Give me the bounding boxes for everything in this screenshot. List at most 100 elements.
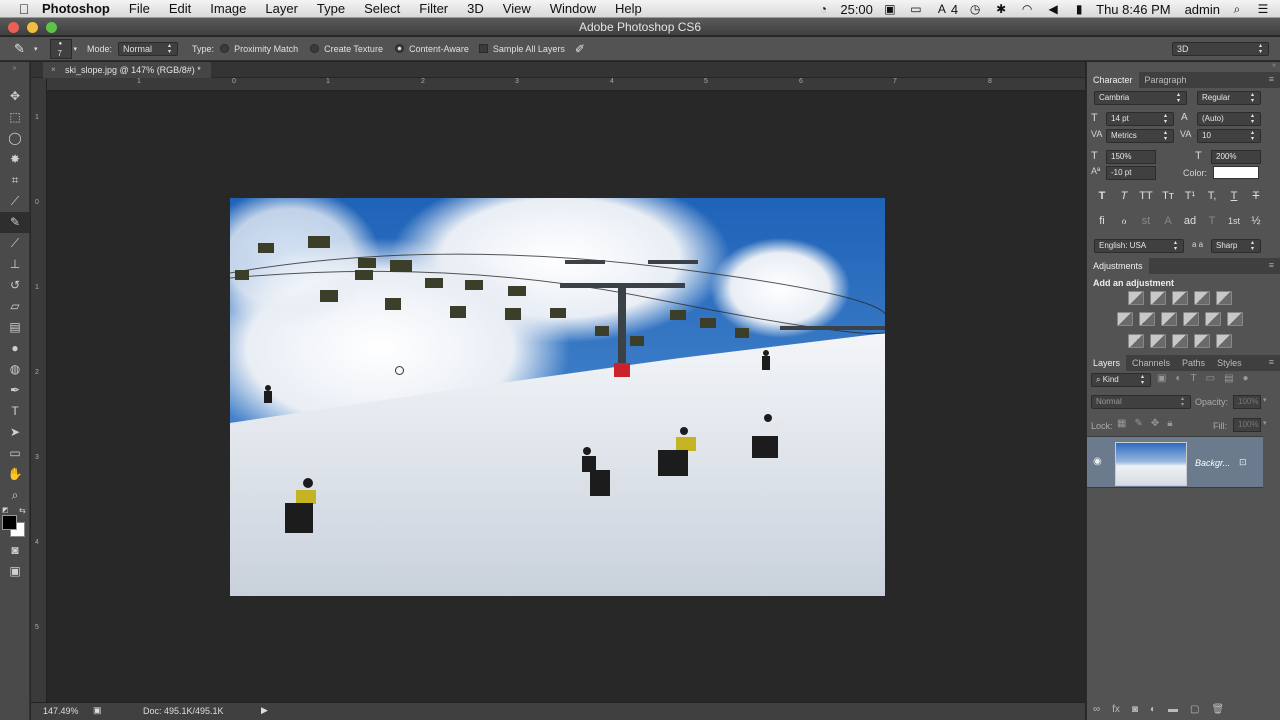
apple-icon[interactable]:  <box>16 1 32 17</box>
blend-mode-select[interactable]: Normal <box>1091 395 1191 409</box>
zoom-tool-icon[interactable]: ⌕ <box>0 485 30 506</box>
discretionary-ligatures-icon[interactable]: st <box>1135 215 1157 227</box>
hand-tool-icon[interactable]: ✋ <box>0 464 30 485</box>
layer-style-icon[interactable]: fx <box>1112 704 1120 715</box>
layers-panel-menu-icon[interactable]: ≡ <box>1269 357 1274 367</box>
filter-pixel-icon[interactable]: ▣ <box>1157 373 1166 384</box>
curves-icon[interactable] <box>1172 291 1188 305</box>
swash-icon[interactable]: A <box>1157 215 1179 227</box>
font-style-select[interactable]: Regular <box>1197 91 1261 105</box>
exposure-icon[interactable] <box>1194 291 1210 305</box>
tab-layers[interactable]: Layers <box>1087 355 1127 371</box>
selective-color-icon[interactable] <box>1194 334 1210 348</box>
faux-bold-icon[interactable]: T <box>1091 190 1113 202</box>
delete-layer-icon[interactable]: 🗑︎ <box>1211 704 1224 715</box>
mode-select[interactable]: Normal <box>118 41 179 56</box>
adjustments-panel-menu-icon[interactable]: ≡ <box>1269 260 1274 270</box>
pen-tool-icon[interactable]: ✒ <box>0 380 30 401</box>
invert-icon[interactable] <box>1128 334 1144 348</box>
sample-all-layers-checkbox[interactable] <box>478 44 488 53</box>
eyedropper-tool-icon[interactable]: ⟋ <box>0 191 30 212</box>
filter-smart-object-icon[interactable]: ▤ <box>1224 373 1233 384</box>
close-tab-icon[interactable]: × <box>51 62 56 78</box>
hue-saturation-icon[interactable] <box>1117 312 1133 326</box>
status-info-icon[interactable]: ▣ <box>93 705 102 716</box>
clock[interactable]: Thu 8:46 PM <box>1096 2 1170 17</box>
subscript-icon[interactable]: T, <box>1201 190 1223 202</box>
brush-size-picker[interactable]: ● 7 <box>49 38 72 59</box>
fractions-icon[interactable]: ½ <box>1245 215 1267 227</box>
quick-mask-icon[interactable]: ◙ <box>0 540 30 561</box>
document-tab[interactable]: × ski_slope.jpg @ 147% (RGB/8#) * <box>43 62 211 78</box>
menu-file[interactable]: File <box>129 1 150 16</box>
minimize-window-icon[interactable] <box>27 22 38 33</box>
screen-mode-icon[interactable]: ▣ <box>0 561 30 582</box>
eraser-tool-icon[interactable]: ▱ <box>0 296 30 317</box>
new-group-icon[interactable]: ▬ <box>1168 704 1178 715</box>
proximity-match-radio[interactable] <box>220 44 230 53</box>
lasso-tool-icon[interactable]: ◯ <box>0 128 30 149</box>
opacity-field[interactable]: 100% <box>1233 395 1261 409</box>
pressure-size-icon[interactable]: ✐ <box>575 42 585 56</box>
create-texture-radio[interactable] <box>310 44 320 53</box>
lock-position-icon[interactable]: ✥ <box>1151 418 1159 429</box>
menu-help[interactable]: Help <box>615 1 642 16</box>
swap-colors-icon[interactable]: ⇆ <box>19 506 26 515</box>
shape-tool-icon[interactable]: ▭ <box>0 443 30 464</box>
channel-mixer-icon[interactable] <box>1205 312 1221 326</box>
menu-edit[interactable]: Edit <box>169 1 191 16</box>
default-colors-icon[interactable]: ◩ <box>2 506 9 514</box>
fill-arrow-icon[interactable]: ▾ <box>1263 419 1267 427</box>
filter-toggle-icon[interactable]: ● <box>1243 373 1249 384</box>
baseline-shift-field[interactable]: -10 pt <box>1106 166 1156 180</box>
antialias-select[interactable]: Sharp <box>1211 239 1261 253</box>
display-icon[interactable]: ▭ <box>907 2 925 16</box>
photo-filter-icon[interactable] <box>1183 312 1199 326</box>
menu-app[interactable]: Photoshop <box>42 1 110 16</box>
threshold-icon[interactable] <box>1172 334 1188 348</box>
tab-adjustments[interactable]: Adjustments <box>1087 258 1149 274</box>
healing-brush-tool-icon[interactable]: ✎ <box>14 41 34 57</box>
superscript-icon[interactable]: T¹ <box>1179 190 1201 202</box>
tracking-field[interactable]: 10 <box>1197 129 1261 143</box>
color-lookup-icon[interactable] <box>1227 312 1243 326</box>
lock-transparent-icon[interactable]: ▦ <box>1117 418 1126 429</box>
close-window-icon[interactable] <box>8 22 19 33</box>
menu-select[interactable]: Select <box>364 1 400 16</box>
status-menu-arrow-icon[interactable]: ▶ <box>261 705 268 716</box>
ligatures-icon[interactable]: ﬁ <box>1091 215 1113 227</box>
screen-record-icon[interactable]: ▣ <box>881 2 899 16</box>
lock-pixels-icon[interactable]: ✎ <box>1134 418 1142 429</box>
healing-brush-tool-icon[interactable]: ✎ <box>0 212 30 233</box>
filter-adjustment-icon[interactable]: ◐ <box>1175 373 1181 384</box>
vibrance-icon[interactable] <box>1216 291 1232 305</box>
link-layers-icon[interactable]: ∞ <box>1093 704 1100 715</box>
strikethrough-icon[interactable]: T <box>1245 190 1267 202</box>
underline-icon[interactable]: T <box>1223 190 1245 202</box>
new-layer-icon[interactable]: ▢ <box>1190 704 1199 715</box>
spotlight-icon[interactable]: ⌕ <box>1228 2 1246 17</box>
timer-icon[interactable]: ◔ <box>814 2 832 16</box>
layer-filter-kind-select[interactable]: ⌕ Kind <box>1091 373 1151 387</box>
stylistic-alternates-icon[interactable]: ad <box>1179 215 1201 227</box>
ski-slope-image[interactable] <box>230 198 885 596</box>
path-select-tool-icon[interactable]: ➤ <box>0 422 30 443</box>
vertical-scale-field[interactable]: 150% <box>1106 150 1156 164</box>
small-caps-icon[interactable]: Tт <box>1157 190 1179 202</box>
crop-tool-icon[interactable]: ⌗ <box>0 170 30 191</box>
quick-select-tool-icon[interactable]: ✸ <box>0 149 30 170</box>
toolbar-collapse-icon[interactable]: » <box>0 62 29 86</box>
user-name[interactable]: admin <box>1185 2 1220 17</box>
clone-stamp-tool-icon[interactable]: ⊥ <box>0 254 30 275</box>
content-aware-radio[interactable] <box>394 44 404 53</box>
marquee-tool-icon[interactable]: ⬚ <box>0 107 30 128</box>
adobe-icon[interactable]: A <box>933 2 951 16</box>
tab-styles[interactable]: Styles <box>1211 355 1248 371</box>
leading-field[interactable]: (Auto) <box>1197 112 1261 126</box>
type-tool-icon[interactable]: T <box>0 401 30 422</box>
opacity-arrow-icon[interactable]: ▾ <box>1263 396 1267 404</box>
font-size-field[interactable]: 14 pt <box>1106 112 1174 126</box>
font-family-select[interactable]: Cambria <box>1094 91 1187 105</box>
panel-collapse-icon[interactable]: « <box>1272 62 1276 69</box>
tab-paragraph[interactable]: Paragraph <box>1139 72 1193 88</box>
